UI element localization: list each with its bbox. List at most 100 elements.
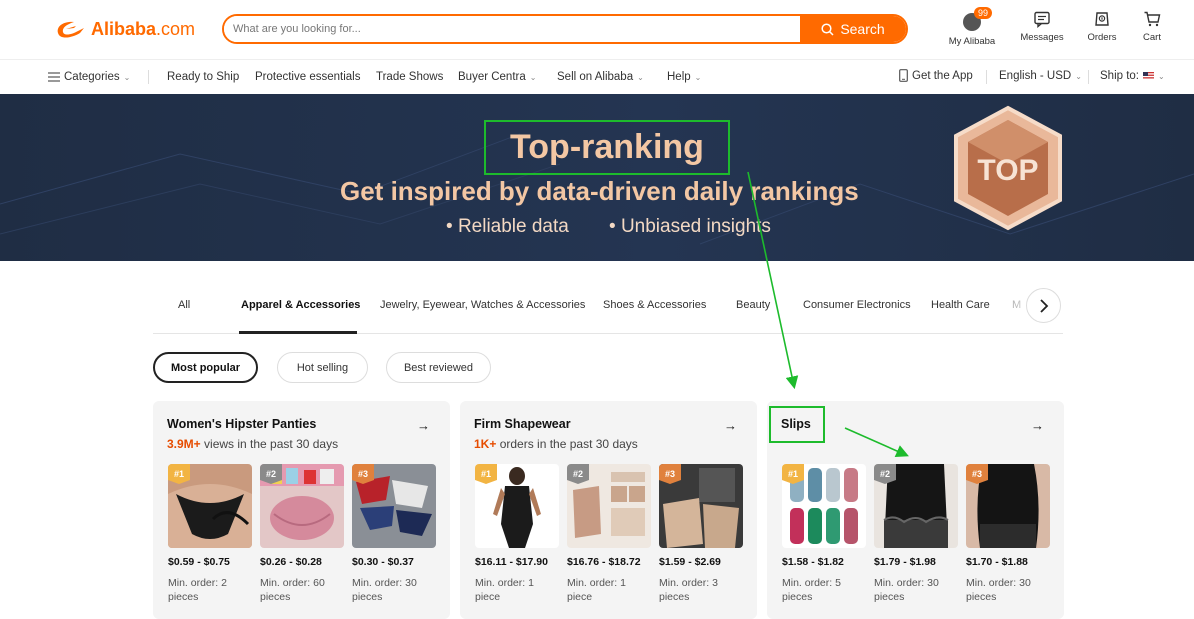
- alibaba-logo[interactable]: Alibaba .com: [54, 17, 195, 41]
- categories-menu[interactable]: Categories ⌄: [48, 71, 130, 83]
- nav-buyer-centra[interactable]: Buyer Centra ⌄: [458, 71, 536, 83]
- nav-protective-essentials[interactable]: Protective essentials: [255, 71, 360, 83]
- chevron-down-icon: ⌄: [123, 72, 131, 82]
- nav-ready-to-ship-label: Ready to Ship: [167, 71, 240, 83]
- rank-badge: #1: [782, 464, 804, 484]
- phone-icon: [899, 69, 908, 82]
- rank-badge: #2: [567, 464, 589, 484]
- annotation-highlight-box: [769, 406, 825, 443]
- product-image[interactable]: #1: [168, 464, 252, 548]
- orders-button[interactable]: Orders: [1082, 10, 1122, 43]
- product-item[interactable]: #1 $0.59 - $0.75 Min. order: 2 pieces: [168, 464, 252, 604]
- product-image[interactable]: #1: [475, 464, 559, 548]
- banner-point: • Reliable data: [446, 216, 569, 237]
- product-image[interactable]: #3: [659, 464, 743, 548]
- product-item[interactable]: #2 $16.76 - $18.72 Min. order: 1 piece: [567, 464, 651, 604]
- rank-badge: #2: [260, 464, 282, 484]
- card-title[interactable]: Women's Hipster Panties: [167, 417, 316, 431]
- nav-trade-shows-label: Trade Shows: [376, 71, 444, 83]
- filter-hot-selling[interactable]: Hot selling: [277, 352, 368, 383]
- top-badge-icon: TOP: [954, 105, 1062, 231]
- card-stat-text: views in the past 30 days: [204, 437, 339, 451]
- search-icon: [821, 22, 834, 36]
- card-stat: 3.9M+ views in the past 30 days: [167, 437, 338, 451]
- card-title[interactable]: Firm Shapewear: [474, 417, 571, 431]
- tabs-next-button[interactable]: [1026, 288, 1061, 323]
- ship-to-selector[interactable]: Ship to: ⌄: [1100, 70, 1165, 82]
- card-stat-value: 3.9M+: [167, 437, 201, 451]
- top-badge-text: TOP: [977, 154, 1038, 187]
- product-image[interactable]: #2: [260, 464, 344, 548]
- tab-apparel-accessories[interactable]: Apparel & Accessories: [241, 299, 360, 311]
- product-item[interactable]: #3 $1.59 - $2.69 Min. order: 3 pieces: [659, 464, 743, 604]
- tab-consumer-electronics[interactable]: Consumer Electronics: [803, 299, 911, 311]
- product-price: $16.76 - $18.72: [567, 556, 641, 568]
- tab-beauty[interactable]: Beauty: [736, 299, 770, 311]
- messages-button[interactable]: Messages: [1018, 10, 1066, 43]
- search-button[interactable]: Search: [800, 16, 906, 42]
- product-image[interactable]: #3: [966, 464, 1050, 548]
- nav-trade-shows[interactable]: Trade Shows: [376, 71, 443, 83]
- product-min-order: Min. order: 30 pieces: [874, 577, 939, 603]
- banner-point-label: Reliable data: [457, 216, 569, 237]
- banner-title: Top-ranking: [484, 120, 730, 175]
- rank-badge: #3: [659, 464, 681, 484]
- nav-sell-on-alibaba[interactable]: Sell on Alibaba ⌄: [557, 71, 644, 83]
- menu-icon: [48, 72, 60, 82]
- us-flag-icon: [1143, 72, 1154, 80]
- banner-subtitle: Get inspired by data-driven daily rankin…: [340, 176, 859, 206]
- product-item[interactable]: #2 $1.79 - $1.98 Min. order: 30 pieces: [874, 464, 958, 604]
- product-price: $1.59 - $2.69: [659, 556, 721, 568]
- arrow-right-icon[interactable]: →: [724, 418, 737, 433]
- product-price: $0.30 - $0.37: [352, 556, 414, 568]
- ranking-card[interactable]: Firm Shapewear → 1K+ orders in the past …: [460, 401, 757, 619]
- messages-label: Messages: [1020, 32, 1064, 43]
- product-image[interactable]: #2: [567, 464, 651, 548]
- my-alibaba-button[interactable]: 99 My Alibaba: [946, 7, 998, 47]
- product-image[interactable]: #1: [782, 464, 866, 548]
- product-image[interactable]: #3: [352, 464, 436, 548]
- cart-icon: [1144, 11, 1161, 27]
- product-price: $1.58 - $1.82: [782, 556, 844, 568]
- chevron-right-icon: [1039, 298, 1048, 313]
- message-icon: [1034, 11, 1050, 28]
- filter-best-reviewed[interactable]: Best reviewed: [386, 352, 491, 383]
- product-min-order: Min. order: 1 piece: [475, 577, 534, 603]
- cart-button[interactable]: Cart: [1134, 10, 1170, 43]
- nav-protective-essentials-label: Protective essentials: [255, 71, 361, 83]
- rank-badge: #3: [352, 464, 374, 484]
- chevron-down-icon: ⌄: [694, 72, 702, 82]
- banner-point: • Unbiased insights: [609, 216, 771, 237]
- tab-jewelry-eyewear-watches[interactable]: Jewelry, Eyewear, Watches & Accessories: [380, 299, 585, 311]
- page: Alibaba.com Search 99 My Alibaba Message…: [0, 0, 1194, 619]
- arrow-right-icon[interactable]: →: [417, 418, 430, 433]
- card-stat: 1K+ orders in the past 30 days: [474, 437, 638, 451]
- product-min-order: Min. order: 5 pieces: [782, 577, 841, 603]
- product-item[interactable]: #3 $1.70 - $1.88 Min. order: 30 pieces: [966, 464, 1050, 604]
- product-item[interactable]: #3 $0.30 - $0.37 Min. order: 30 pieces: [352, 464, 436, 604]
- tab-health-care[interactable]: Health Care: [931, 299, 990, 311]
- product-min-order: Min. order: 30 pieces: [966, 577, 1031, 603]
- card-stat-text: orders in the past 30 days: [499, 437, 638, 451]
- get-app-link[interactable]: Get the App: [899, 69, 973, 82]
- nav-help-label: Help: [667, 71, 691, 83]
- ranking-card[interactable]: Women's Hipster Panties → 3.9M+ views in…: [153, 401, 450, 619]
- product-image[interactable]: #2: [874, 464, 958, 548]
- filter-most-popular[interactable]: Most popular: [153, 352, 258, 383]
- nav-help[interactable]: Help ⌄: [667, 71, 701, 83]
- product-item[interactable]: #1 $16.11 - $17.90 Min. order: 1 piece: [475, 464, 559, 604]
- product-item[interactable]: #2 $0.26 - $0.28 Min. order: 60 pieces: [260, 464, 344, 604]
- get-app-label: Get the App: [912, 69, 973, 82]
- notification-badge: 99: [974, 7, 993, 19]
- language-label: English - USD: [999, 70, 1072, 82]
- my-alibaba-label: My Alibaba: [948, 36, 996, 47]
- rank-badge: #1: [168, 464, 190, 484]
- chevron-down-icon: ⌄: [1158, 71, 1165, 81]
- nav-ready-to-ship[interactable]: Ready to Ship: [167, 71, 239, 83]
- language-currency-selector[interactable]: English - USD ⌄: [999, 70, 1082, 82]
- search-input[interactable]: [224, 16, 800, 42]
- arrow-right-icon[interactable]: →: [1031, 418, 1044, 433]
- product-item[interactable]: #1 $1.58 - $1.82 Min. order: 5 pieces: [782, 464, 866, 604]
- tab-all[interactable]: All: [178, 299, 190, 311]
- tab-shoes-accessories[interactable]: Shoes & Accessories: [603, 299, 706, 311]
